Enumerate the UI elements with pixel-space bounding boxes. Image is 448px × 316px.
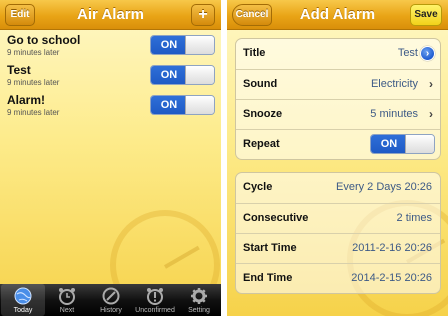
chevron-right-icon: › — [429, 77, 433, 91]
toggle-on-label: ON — [151, 66, 187, 84]
toggle-on-label: ON — [151, 36, 187, 54]
add-alarm-button[interactable]: + — [191, 4, 215, 26]
start-time-label: Start Time — [243, 242, 297, 254]
add-alarm-screen: Cancel Add Alarm Save Title Test › Sound… — [227, 0, 448, 316]
alarm-subtitle: 9 minutes later — [7, 48, 60, 57]
alarm-toggle[interactable]: ON — [150, 95, 215, 115]
sound-label: Sound — [243, 78, 278, 90]
tab-label: Unconfirmed — [135, 307, 175, 314]
snooze-label: Snooze — [243, 108, 283, 120]
alarm-toggle[interactable]: ON — [150, 35, 215, 55]
toggle-knob — [185, 36, 214, 54]
end-time-label: End Time — [243, 272, 293, 284]
alarm-row[interactable]: Alarm! 9 minutes later ON — [0, 92, 221, 122]
alarm-alert-icon — [147, 288, 163, 305]
globe-icon — [14, 287, 32, 305]
tab-bar: Today Next History Unconfirmed Setting — [0, 284, 221, 316]
save-button[interactable]: Save — [410, 4, 442, 26]
consecutive-row[interactable]: Consecutive 2 times — [236, 203, 440, 233]
toggle-on-label: ON — [371, 135, 407, 153]
tab-label: Today — [13, 307, 33, 314]
alarm-name: Alarm! — [7, 93, 46, 107]
tab-label: Setting — [188, 307, 210, 314]
title-value: Test — [397, 47, 418, 59]
repeat-toggle[interactable]: ON — [370, 134, 435, 154]
alarm-settings-panel: Title Test › Sound Electricity › Snooze … — [235, 38, 441, 160]
alarm-toggle[interactable]: ON — [150, 65, 215, 85]
toggle-knob — [185, 96, 214, 114]
end-time-value: 2014-2-15 20:26 — [351, 272, 432, 284]
title-label: Title — [243, 47, 266, 59]
snooze-row[interactable]: Snooze 5 minutes › — [236, 99, 440, 129]
cycle-label: Cycle — [243, 181, 273, 193]
tab-next[interactable]: Next — [45, 284, 89, 316]
alarm-subtitle: 9 minutes later — [7, 78, 60, 87]
repeat-row: Repeat ON — [236, 129, 440, 159]
alarm-name: Go to school — [7, 33, 81, 47]
page-title: Air Alarm — [77, 6, 144, 23]
toggle-knob — [405, 135, 434, 153]
alarm-row[interactable]: Test 9 minutes later ON — [0, 62, 221, 92]
schedule-panel: Cycle Every 2 Days 20:26 Consecutive 2 t… — [235, 172, 441, 294]
sound-row[interactable]: Sound Electricity › — [236, 69, 440, 99]
toggle-knob — [185, 66, 214, 84]
clock-icon — [59, 288, 75, 305]
alarm-subtitle: 9 minutes later — [7, 108, 60, 117]
toggle-on-label: ON — [151, 96, 187, 114]
cycle-value: Every 2 Days 20:26 — [336, 181, 432, 193]
title-row[interactable]: Title Test › — [236, 39, 440, 69]
tab-history[interactable]: History — [89, 284, 133, 316]
snooze-value: 5 minutes — [370, 108, 418, 120]
tab-setting[interactable]: Setting — [177, 284, 221, 316]
nav-bar: Edit Air Alarm + — [0, 0, 221, 30]
compass-icon — [102, 287, 120, 305]
tab-label: Next — [59, 307, 75, 314]
tab-label: History — [100, 307, 122, 314]
alarm-name: Test — [7, 63, 31, 77]
start-time-row[interactable]: Start Time 2011-2-16 20:26 — [236, 233, 440, 263]
sound-value: Electricity — [370, 78, 418, 90]
disclosure-button-icon[interactable]: › — [420, 46, 435, 61]
cycle-row[interactable]: Cycle Every 2 Days 20:26 — [236, 173, 440, 203]
consecutive-label: Consecutive — [243, 212, 309, 224]
alarm-list-screen: Edit Air Alarm + Go to school 9 minutes … — [0, 0, 221, 316]
repeat-label: Repeat — [243, 138, 280, 150]
nav-bar: Cancel Add Alarm Save — [227, 0, 448, 30]
start-time-value: 2011-2-16 20:26 — [352, 242, 432, 254]
end-time-row[interactable]: End Time 2014-2-15 20:26 — [236, 263, 440, 293]
tab-today[interactable]: Today — [1, 284, 45, 316]
tab-unconfirmed[interactable]: Unconfirmed — [133, 284, 177, 316]
alarm-row[interactable]: Go to school 9 minutes later ON — [0, 32, 221, 62]
gear-icon — [191, 288, 207, 304]
consecutive-value: 2 times — [396, 212, 432, 224]
chevron-right-icon: › — [429, 107, 433, 121]
